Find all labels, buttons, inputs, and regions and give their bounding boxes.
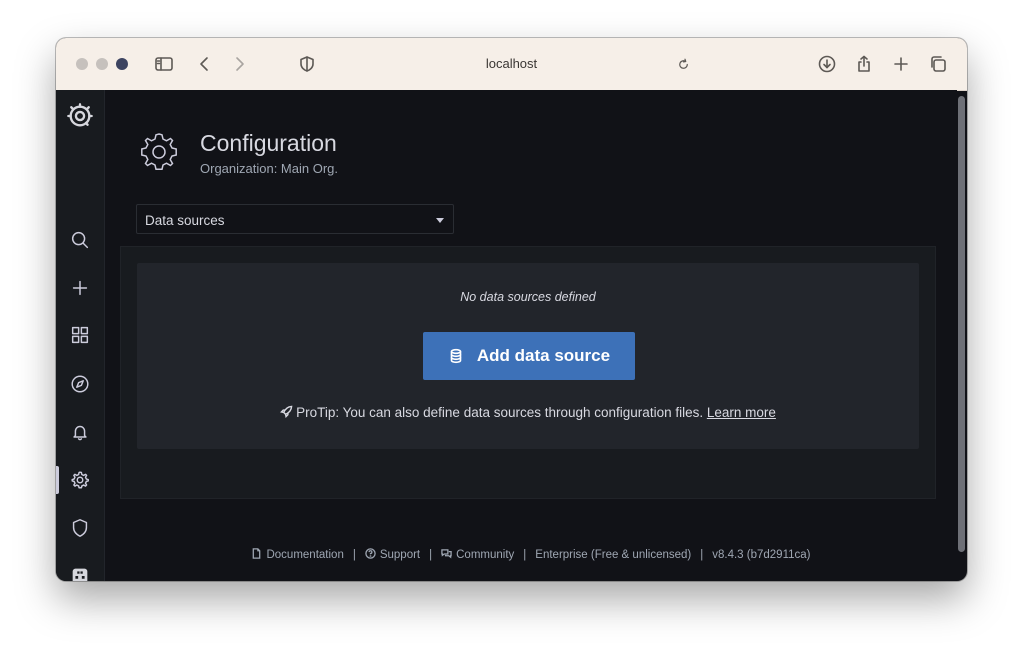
explore-icon[interactable] [56, 366, 104, 402]
cog-icon [137, 130, 181, 174]
caret-down-icon [436, 218, 444, 223]
server-admin-shield-icon[interactable] [56, 510, 104, 546]
footer: Documentation | Support | Community | Enterpri… [105, 548, 957, 561]
protip: ProTip: You can also define data sources… [137, 405, 919, 420]
database-icon [450, 348, 462, 364]
section-select[interactable]: Data sources [136, 204, 454, 234]
page-subtitle: Organization: Main Org. [200, 161, 339, 176]
search-icon[interactable] [56, 222, 104, 258]
page-title: Configuration [200, 130, 337, 156]
footer-version: v8.4.3 (b7d2911ca) [712, 549, 811, 561]
grafana-logo-icon[interactable] [56, 98, 104, 134]
share-icon[interactable] [852, 52, 876, 76]
footer-support-link[interactable]: Support [365, 548, 420, 561]
user-avatar-icon[interactable] [56, 558, 104, 581]
download-icon[interactable] [815, 52, 839, 76]
browser-window: localhost Configuration Organization: Ma… [56, 38, 967, 581]
browser-titlebar: localhost [56, 38, 967, 91]
footer-community-link[interactable]: Community [441, 549, 514, 561]
empty-state-title: No data sources defined [460, 290, 596, 304]
tabs-icon[interactable] [926, 52, 950, 76]
footer-documentation-link[interactable]: Documentation [251, 548, 344, 561]
vertical-scrollbar[interactable] [958, 96, 965, 552]
add-data-source-button[interactable]: Add data source [423, 332, 635, 380]
document-icon [253, 548, 261, 559]
rocket-icon [280, 405, 293, 419]
alerting-icon[interactable] [56, 414, 104, 450]
footer-edition[interactable]: Enterprise (Free & unlicensed) [535, 549, 691, 561]
new-tab-icon[interactable] [889, 52, 913, 76]
section-select-value: Data sources [145, 213, 225, 228]
question-circle-icon [365, 548, 376, 559]
reload-icon[interactable] [671, 52, 695, 76]
main-content: Configuration Organization: Main Org. Da… [105, 90, 957, 581]
configuration-icon[interactable] [56, 462, 104, 498]
empty-list-cta: No data sources defined Add data source … [137, 263, 919, 449]
comments-icon [441, 549, 452, 559]
learn-more-link[interactable]: Learn more [707, 405, 776, 420]
add-data-source-label: Add data source [476, 346, 611, 365]
dashboards-icon[interactable] [56, 317, 104, 353]
datasources-panel: No data sources defined Add data source … [120, 246, 936, 499]
protip-text: ProTip: You can also define data sources… [296, 405, 704, 420]
plus-icon[interactable] [56, 270, 104, 306]
sidebar [56, 90, 105, 581]
